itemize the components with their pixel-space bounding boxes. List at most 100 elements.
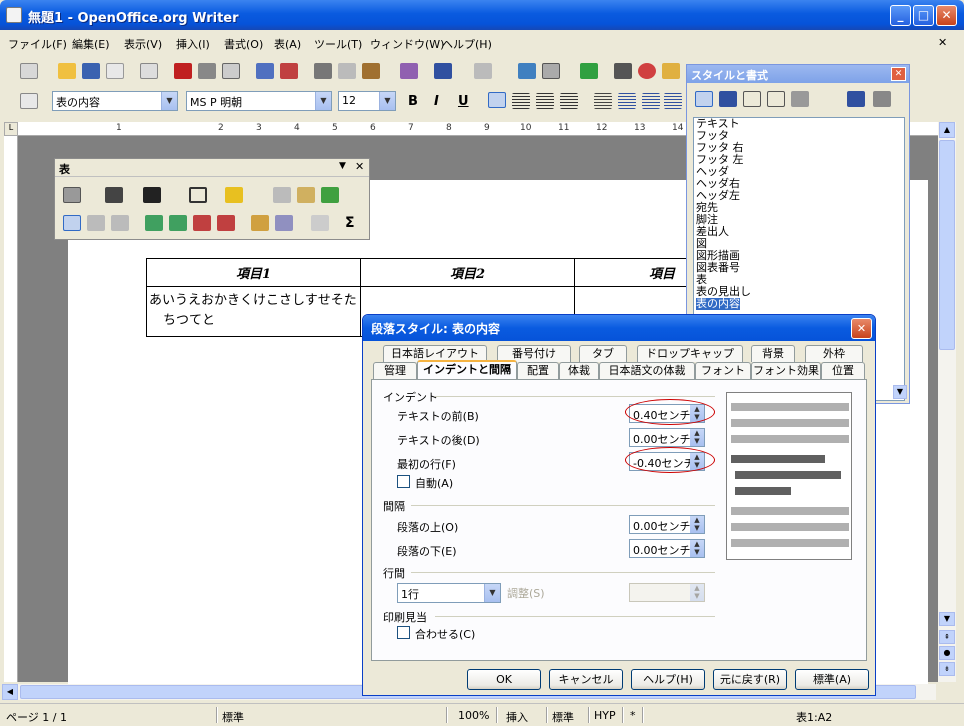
menu-format[interactable]: 書式(O) — [224, 36, 263, 52]
delete-column-icon[interactable] — [217, 215, 235, 231]
table-toolbar-header[interactable]: 表 ▼ ✕ — [55, 159, 369, 177]
chevron-down-icon[interactable]: ▼ — [893, 385, 907, 399]
previous-page-icon[interactable]: ⇞ — [939, 630, 955, 644]
close-icon[interactable]: ✕ — [355, 160, 364, 173]
register-checkbox[interactable] — [397, 626, 410, 639]
tab-stop-selector-icon[interactable]: L — [4, 122, 18, 136]
toolbar-menu-icon[interactable]: ▼ — [339, 161, 346, 171]
line-spacing-select[interactable]: 1行 ▼ — [397, 583, 501, 603]
adjust-input[interactable]: ▲ ▼ — [629, 583, 705, 602]
spellcheck-icon[interactable] — [256, 63, 274, 79]
align-right-icon[interactable] — [536, 93, 554, 109]
reset-button[interactable]: 元に戻す(R) — [713, 669, 787, 690]
hyperlink-mode-status[interactable]: HYP — [594, 709, 616, 722]
find-replace-icon[interactable] — [614, 63, 632, 79]
increase-indent-icon[interactable] — [664, 93, 682, 109]
table-header-cell[interactable]: 項目2 — [360, 258, 575, 287]
menu-tools[interactable]: ツール(T) — [314, 36, 362, 52]
sum-icon[interactable]: Σ — [345, 215, 355, 231]
spin-icon[interactable]: ▲ ▼ — [690, 516, 704, 533]
paragraph-style-select[interactable]: 表の内容 ▼ — [52, 91, 178, 111]
navigator-icon[interactable] — [638, 63, 656, 79]
font-size-select[interactable]: 12 ▼ — [338, 91, 396, 111]
list-item[interactable]: 図表番号 — [696, 262, 904, 274]
split-cells-icon[interactable] — [297, 187, 315, 203]
align-center-icon[interactable] — [512, 93, 530, 109]
gallery-icon[interactable] — [662, 63, 680, 79]
after-text-input[interactable]: 0.00センチ ▲ ▼ — [629, 428, 705, 447]
email-icon[interactable] — [106, 63, 124, 79]
fill-format-icon[interactable] — [847, 91, 865, 107]
zoom-status[interactable]: 100% — [458, 709, 489, 722]
scroll-down-icon[interactable]: ▼ — [939, 612, 955, 626]
menu-insert[interactable]: 挿入(I) — [176, 36, 210, 52]
navigation-icon[interactable]: ● — [939, 646, 955, 660]
undo-icon[interactable] — [434, 63, 452, 79]
menu-view[interactable]: 表示(V) — [124, 36, 162, 52]
next-page-icon[interactable]: ⇟ — [939, 662, 955, 676]
scroll-left-icon[interactable]: ◀ — [2, 684, 18, 700]
page-preview-icon[interactable] — [222, 63, 240, 79]
borders-icon[interactable] — [189, 187, 207, 203]
menu-window[interactable]: ウィンドウ(W) — [370, 36, 444, 52]
document-close-icon[interactable]: ✕ — [938, 36, 947, 49]
border-color-icon[interactable] — [143, 187, 161, 203]
help-button[interactable]: ヘルプ(H) — [631, 669, 705, 690]
italic-button[interactable]: I — [434, 94, 439, 109]
new-document-icon[interactable] — [20, 63, 38, 79]
close-button[interactable]: ✕ — [936, 5, 957, 26]
spin-icon[interactable]: ▲ ▼ — [690, 540, 704, 557]
tab-alignment[interactable]: 配置 — [517, 362, 559, 379]
close-icon[interactable]: ✕ — [891, 67, 906, 81]
ok-button[interactable]: OK — [467, 669, 541, 690]
format-paintbrush-icon[interactable] — [400, 63, 418, 79]
show-draw-functions-icon[interactable] — [580, 63, 598, 79]
optimize-icon[interactable] — [321, 187, 339, 203]
above-paragraph-input[interactable]: 0.00センチ ▲ ▼ — [629, 515, 705, 534]
list-styles-icon[interactable] — [791, 91, 809, 107]
font-name-select[interactable]: MS P 明朝 ▼ — [186, 91, 332, 111]
hyperlink-icon[interactable] — [518, 63, 536, 79]
maximize-button[interactable]: □ — [913, 5, 934, 26]
table-cell-a2[interactable]: あいうえおかきくけこさしすせそたちつてと — [146, 286, 361, 337]
edit-file-icon[interactable] — [140, 63, 158, 79]
tab-tabs[interactable]: タブ — [579, 345, 627, 362]
tab-text-flow[interactable]: 体裁 — [559, 362, 599, 379]
tab-font[interactable]: フォント — [695, 362, 751, 379]
print-icon[interactable] — [198, 63, 216, 79]
background-color-icon[interactable] — [225, 187, 243, 203]
insert-column-icon[interactable] — [169, 215, 187, 231]
selection-mode-status[interactable]: 標準 — [552, 709, 574, 725]
character-styles-icon[interactable] — [719, 91, 737, 107]
insert-table-icon[interactable] — [63, 187, 81, 203]
tab-drop-caps[interactable]: ドロップキャップ — [637, 345, 743, 362]
merge-cells-icon[interactable] — [273, 187, 291, 203]
auto-spellcheck-icon[interactable] — [280, 63, 298, 79]
cut-icon[interactable] — [314, 63, 332, 79]
tab-position[interactable]: 位置 — [821, 362, 865, 379]
tab-organizer[interactable]: 管理 — [373, 362, 417, 379]
sort-icon[interactable] — [311, 215, 329, 231]
page-styles-icon[interactable] — [767, 91, 785, 107]
below-paragraph-input[interactable]: 0.00センチ ▲ ▼ — [629, 539, 705, 558]
table-properties-icon[interactable] — [275, 215, 293, 231]
delete-row-icon[interactable] — [193, 215, 211, 231]
export-pdf-icon[interactable] — [174, 63, 192, 79]
tab-indents-spacing[interactable]: インデントと間隔 — [417, 360, 517, 380]
menu-table[interactable]: 表(A) — [274, 36, 301, 52]
list-item[interactable]: ヘッダ左 — [696, 190, 904, 202]
menu-edit[interactable]: 編集(E) — [72, 36, 110, 52]
styles-and-formatting-icon[interactable] — [20, 93, 38, 109]
paste-icon[interactable] — [362, 63, 380, 79]
new-style-icon[interactable] — [873, 91, 891, 107]
menu-file[interactable]: ファイル(F) — [8, 36, 67, 52]
scroll-up-icon[interactable]: ▲ — [939, 122, 955, 138]
vertical-ruler[interactable] — [4, 136, 18, 682]
list-item-selected[interactable]: 表の内容 — [696, 298, 740, 310]
auto-checkbox[interactable] — [397, 475, 410, 488]
vertical-scrollbar[interactable]: ▲ ▼ ⇞ ● ⇟ — [938, 122, 956, 682]
autoformat-icon[interactable] — [251, 215, 269, 231]
decrease-indent-icon[interactable] — [642, 93, 660, 109]
redo-icon[interactable] — [474, 63, 492, 79]
table-icon[interactable] — [542, 63, 560, 79]
